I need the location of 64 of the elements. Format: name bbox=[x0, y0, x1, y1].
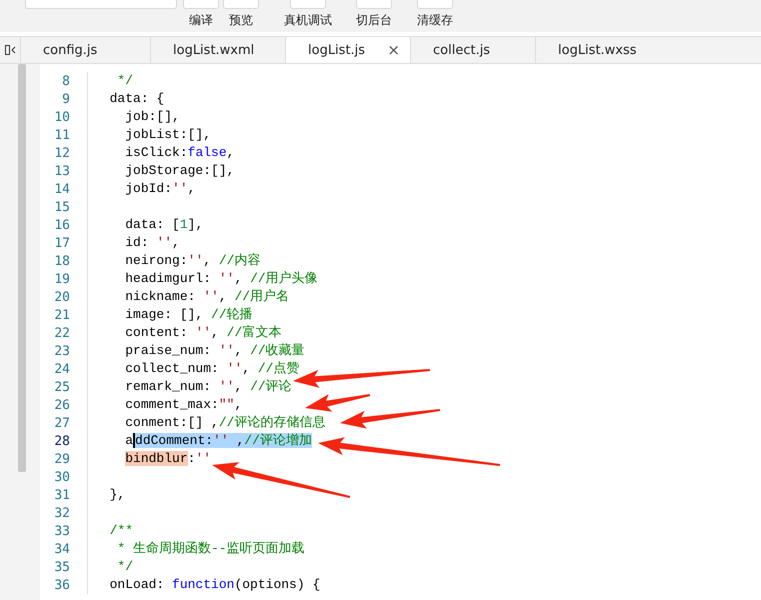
code-line: }, bbox=[108, 486, 126, 504]
line-number: 15 bbox=[53, 200, 70, 214]
line-number: 14 bbox=[53, 182, 70, 196]
line-number: 30 bbox=[53, 470, 70, 484]
line-number: 24 bbox=[53, 362, 70, 376]
scrollbar[interactable] bbox=[18, 64, 26, 472]
line-number: 26 bbox=[53, 398, 70, 412]
code-line: nickname: '', //用户名 bbox=[124, 288, 290, 306]
line-number: 29 bbox=[53, 452, 70, 466]
code-line: */ bbox=[116, 72, 134, 90]
line-number: 27 bbox=[53, 416, 70, 430]
line-number: 17 bbox=[53, 236, 70, 250]
code-line: headimgurl: '', //用户头像 bbox=[124, 270, 318, 288]
code-line: content: '', //富文本 bbox=[124, 324, 282, 342]
code-line: jobId:'', bbox=[124, 180, 196, 198]
line-number: 9 bbox=[61, 92, 70, 106]
code-line: onLoad: function(options) { bbox=[108, 576, 320, 594]
code-line: data: { bbox=[108, 90, 164, 108]
line-number: 13 bbox=[53, 164, 70, 178]
toolbar-button[interactable]: 编译 bbox=[184, 0, 218, 29]
line-number: 31 bbox=[53, 488, 70, 502]
line-number: 28 bbox=[53, 434, 70, 448]
code-line: image: [], //轮播 bbox=[124, 306, 253, 324]
line-number: 18 bbox=[53, 254, 70, 268]
line-number: 12 bbox=[53, 146, 70, 160]
code-line: conment:[] ,//评论的存储信息 bbox=[124, 414, 326, 432]
line-number: 33 bbox=[53, 524, 70, 538]
line-number: 22 bbox=[53, 326, 70, 340]
code-line: /** bbox=[108, 522, 134, 540]
line-number: 10 bbox=[53, 110, 70, 124]
code-line: addComment:'' ,//评论增加 bbox=[124, 432, 312, 450]
code-line: id: '', bbox=[124, 234, 180, 252]
code-line: collect_num: '', //点赞 bbox=[124, 360, 300, 378]
close-icon[interactable]: × bbox=[387, 41, 400, 59]
line-number: 21 bbox=[53, 308, 70, 322]
code-line: jobStorage:[], bbox=[124, 162, 234, 180]
line-number: 11 bbox=[53, 128, 70, 142]
project-field[interactable] bbox=[25, 0, 177, 9]
line-number: 34 bbox=[53, 542, 70, 556]
code-line: neirong:'', //内容 bbox=[124, 252, 260, 270]
toolbar-button[interactable]: 真机调试 bbox=[280, 0, 336, 29]
sidebar-toggle-icon[interactable] bbox=[4, 45, 16, 55]
code-line: data: [1], bbox=[124, 216, 204, 234]
line-number: 32 bbox=[53, 506, 70, 520]
code-line: * 生命周期函数--监听页面加载 bbox=[116, 540, 305, 558]
line-number: 23 bbox=[53, 344, 70, 358]
line-number: 16 bbox=[53, 218, 70, 232]
code-line: job:[], bbox=[124, 108, 180, 126]
code-line: isClick:false, bbox=[124, 144, 234, 162]
file-tab[interactable]: logList.js × bbox=[285, 37, 410, 63]
toolbar-button[interactable]: 预览 bbox=[224, 0, 258, 29]
toolbar-button[interactable]: 切后台 bbox=[352, 0, 396, 29]
line-number: 20 bbox=[53, 290, 70, 304]
code-line: comment_max:"", bbox=[124, 396, 242, 414]
line-number: 19 bbox=[53, 272, 70, 286]
line-number: 25 bbox=[53, 380, 70, 394]
code-line: praise_num: '', //收藏量 bbox=[124, 342, 305, 360]
code-line: */ bbox=[116, 558, 134, 576]
line-number: 8 bbox=[61, 74, 70, 88]
line-number: 35 bbox=[53, 560, 70, 574]
code-line: remark_num: '', //评论 bbox=[124, 378, 292, 396]
toolbar-button[interactable]: 清缓存 bbox=[413, 0, 457, 29]
line-number: 36 bbox=[53, 578, 70, 592]
code-line: jobList:[], bbox=[124, 126, 212, 144]
